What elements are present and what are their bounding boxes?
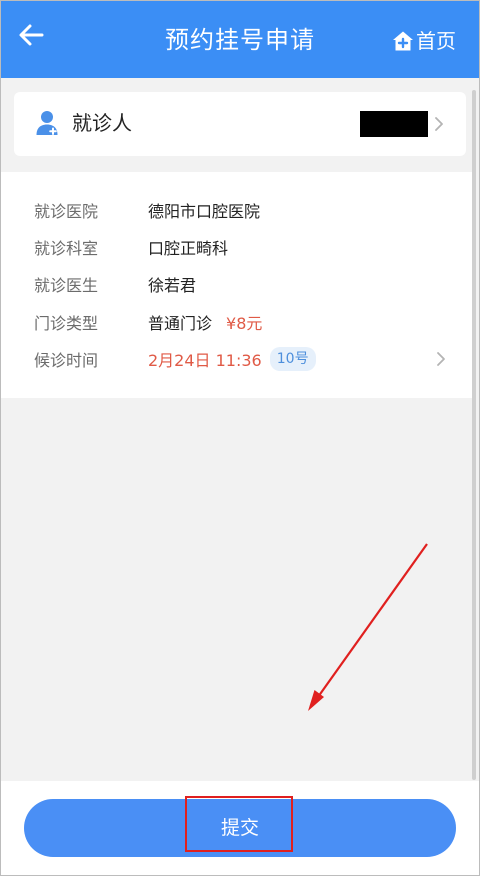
- red-arrow-annotation: [308, 543, 428, 711]
